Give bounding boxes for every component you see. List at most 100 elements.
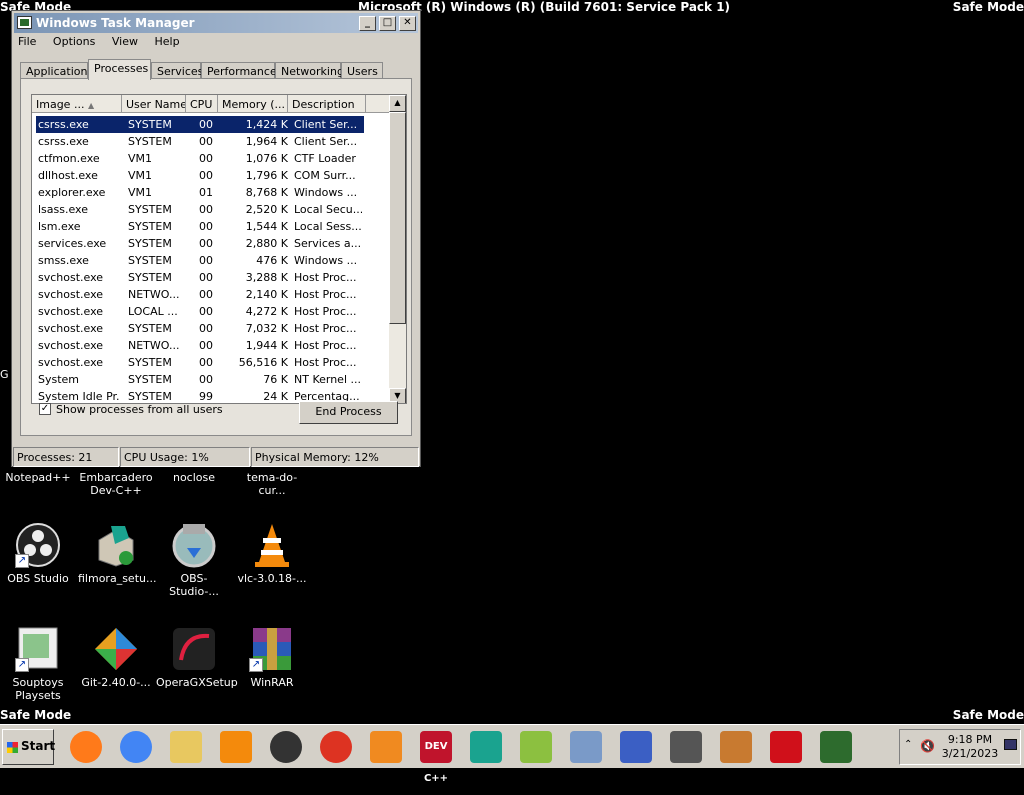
column-memory[interactable]: Memory (...: [218, 95, 288, 113]
obs-icon[interactable]: [270, 731, 302, 763]
desktop-icon-label: OperaGXSetup: [156, 676, 238, 689]
minimize-button[interactable]: _: [359, 16, 376, 31]
process-memory: 2,520 K: [245, 203, 288, 216]
table-row[interactable]: svchost.exe SYSTEM 00 56,516 K Host Proc...: [36, 354, 364, 371]
table-row[interactable]: System SYSTEM 00 76 K NT Kernel ...: [36, 371, 364, 388]
process-user: SYSTEM: [128, 254, 172, 267]
winrar-icon: ↗: [249, 626, 295, 672]
column-cpu[interactable]: CPU: [186, 95, 218, 113]
table-row[interactable]: services.exe SYSTEM 00 2,880 K Services a...: [36, 235, 364, 252]
desktop-icon-tema[interactable]: tema-do-cur...: [234, 471, 310, 497]
end-process-button[interactable]: End Process: [299, 401, 398, 424]
desktop-icon-operagx-setup[interactable]: OperaGXSetup: [156, 626, 238, 689]
desktop-icon-label: Git-2.40.0-...: [81, 676, 151, 689]
table-row[interactable]: csrss.exe SYSTEM 00 1,424 K Client Ser...: [36, 116, 364, 133]
tab-users[interactable]: Users: [341, 62, 383, 79]
table-row[interactable]: smss.exe SYSTEM 00 476 K Windows ...: [36, 252, 364, 269]
process-list[interactable]: Image ... ▲ User Name CPU Memory (... De…: [31, 94, 407, 404]
notepad-plus-plus-icon[interactable]: [520, 731, 552, 763]
infinity-icon[interactable]: [620, 731, 652, 763]
desktop-icon-label: noclose: [172, 471, 216, 484]
process-description: CTF Loader: [294, 152, 356, 165]
file-explorer-icon[interactable]: [170, 731, 202, 763]
process-user: SYSTEM: [128, 271, 172, 284]
firefox-icon[interactable]: [70, 731, 102, 763]
desktop-icon-winrar[interactable]: ↗ WinRAR: [234, 626, 310, 689]
desktop-icon-label: OBS Studio: [7, 572, 69, 585]
clock[interactable]: 9:18 PM 3/21/2023: [940, 733, 1000, 761]
souptoys-icon[interactable]: [720, 731, 752, 763]
safe-mode-label-bottom-right: Safe Mode: [952, 708, 1024, 722]
desktop-icon-souptoys[interactable]: ↗ Souptoys Playsets: [0, 626, 76, 702]
desktop-icon-obs-studio[interactable]: ↗ OBS Studio: [0, 522, 76, 585]
tab-applications[interactable]: Applications: [20, 62, 93, 79]
column-user-name[interactable]: User Name: [122, 95, 186, 113]
s-logo-icon[interactable]: [770, 731, 802, 763]
process-cpu: 00: [199, 220, 213, 233]
table-row[interactable]: ctfmon.exe VM1 00 1,076 K CTF Loader: [36, 150, 364, 167]
title-bar[interactable]: Windows Task Manager _ □ ✕: [14, 13, 418, 33]
table-row[interactable]: csrss.exe SYSTEM 00 1,964 K Client Ser...: [36, 133, 364, 150]
table-row[interactable]: lsass.exe SYSTEM 00 2,520 K Local Secu...: [36, 201, 364, 218]
desktop-icon-filmora-setup[interactable]: filmora_setu...: [78, 522, 156, 585]
close-button[interactable]: ✕: [399, 16, 416, 31]
tab-services[interactable]: Services: [151, 62, 203, 79]
process-cpu: 00: [199, 203, 213, 216]
tab-networking[interactable]: Networking: [275, 62, 344, 79]
process-cpu: 00: [199, 322, 213, 335]
text-editor-icon[interactable]: [570, 731, 602, 763]
process-memory: 1,424 K: [245, 118, 288, 131]
process-user: NETWO...: [128, 339, 180, 352]
dev-cpp-icon[interactable]: DEV C++: [420, 731, 452, 784]
task-manager-window[interactable]: Windows Task Manager _ □ ✕ File Options …: [11, 10, 421, 467]
tab-performance[interactable]: Performance: [201, 62, 277, 79]
table-row[interactable]: svchost.exe NETWO... 00 1,944 K Host Proc...: [36, 337, 364, 354]
process-cpu: 00: [199, 356, 213, 369]
chrome-icon[interactable]: [120, 731, 152, 763]
scroll-up-icon[interactable]: ▲: [389, 95, 406, 112]
vertical-scrollbar[interactable]: ▲ ▼: [389, 95, 406, 403]
network-icon[interactable]: [1004, 739, 1017, 750]
scroll-thumb[interactable]: [389, 112, 406, 324]
process-description: Host Proc...: [294, 288, 357, 301]
table-row[interactable]: dllhost.exe VM1 00 1,796 K COM Surr...: [36, 167, 364, 184]
column-description[interactable]: Description: [288, 95, 366, 113]
souptoys-icon: ↗: [15, 626, 61, 672]
search-magnifier-icon[interactable]: [370, 731, 402, 763]
desktop-icon-obs-installer[interactable]: OBS-Studio-...: [156, 522, 232, 598]
process-user: SYSTEM: [128, 203, 172, 216]
desktop-icon-vlc-installer[interactable]: vlc-3.0.18-...: [234, 522, 310, 585]
menu-help[interactable]: Help: [154, 35, 179, 48]
menu-options[interactable]: Options: [53, 35, 95, 48]
desktop-icon-devcpp[interactable]: Embarcadero Dev-C++: [78, 471, 154, 497]
maximize-button[interactable]: □: [379, 16, 396, 31]
column-image-name[interactable]: Image ... ▲: [32, 95, 122, 113]
git-icon: [93, 626, 139, 672]
nsis-installer-icon: [171, 522, 217, 568]
table-row[interactable]: lsm.exe SYSTEM 00 1,544 K Local Sess...: [36, 218, 364, 235]
desktop-icon-git-installer[interactable]: Git-2.40.0-...: [78, 626, 154, 689]
table-row[interactable]: explorer.exe VM1 01 8,768 K Windows ...: [36, 184, 364, 201]
desktop-icon-notepadpp[interactable]: Notepad++: [0, 471, 76, 484]
menu-file[interactable]: File: [18, 35, 36, 48]
filmora-icon[interactable]: [470, 731, 502, 763]
process-cpu: 00: [199, 373, 213, 386]
table-row[interactable]: svchost.exe NETWO... 00 2,140 K Host Proc...: [36, 286, 364, 303]
process-name: svchost.exe: [38, 271, 104, 284]
vlc-icon[interactable]: [220, 731, 252, 763]
menu-view[interactable]: View: [112, 35, 138, 48]
volume-muted-icon[interactable]: 🔇: [920, 739, 935, 753]
table-row[interactable]: svchost.exe SYSTEM 00 3,288 K Host Proc...: [36, 269, 364, 286]
start-button[interactable]: Start: [2, 729, 55, 765]
task-manager-icon[interactable]: [820, 731, 852, 763]
desktop-icon-noclose[interactable]: noclose: [156, 471, 232, 484]
tools-icon[interactable]: [670, 731, 702, 763]
tab-processes[interactable]: Processes: [88, 59, 151, 80]
show-all-users-checkbox[interactable]: ✓: [39, 403, 51, 415]
show-hidden-icons-icon[interactable]: ⌃: [904, 739, 912, 750]
status-bar: Processes: 21 CPU Usage: 1% Physical Mem…: [12, 447, 420, 467]
table-row[interactable]: svchost.exe SYSTEM 00 7,032 K Host Proc...: [36, 320, 364, 337]
process-memory: 4,272 K: [245, 305, 288, 318]
table-row[interactable]: svchost.exe LOCAL ... 00 4,272 K Host Proc..…: [36, 303, 364, 320]
mega-icon[interactable]: [320, 731, 352, 763]
